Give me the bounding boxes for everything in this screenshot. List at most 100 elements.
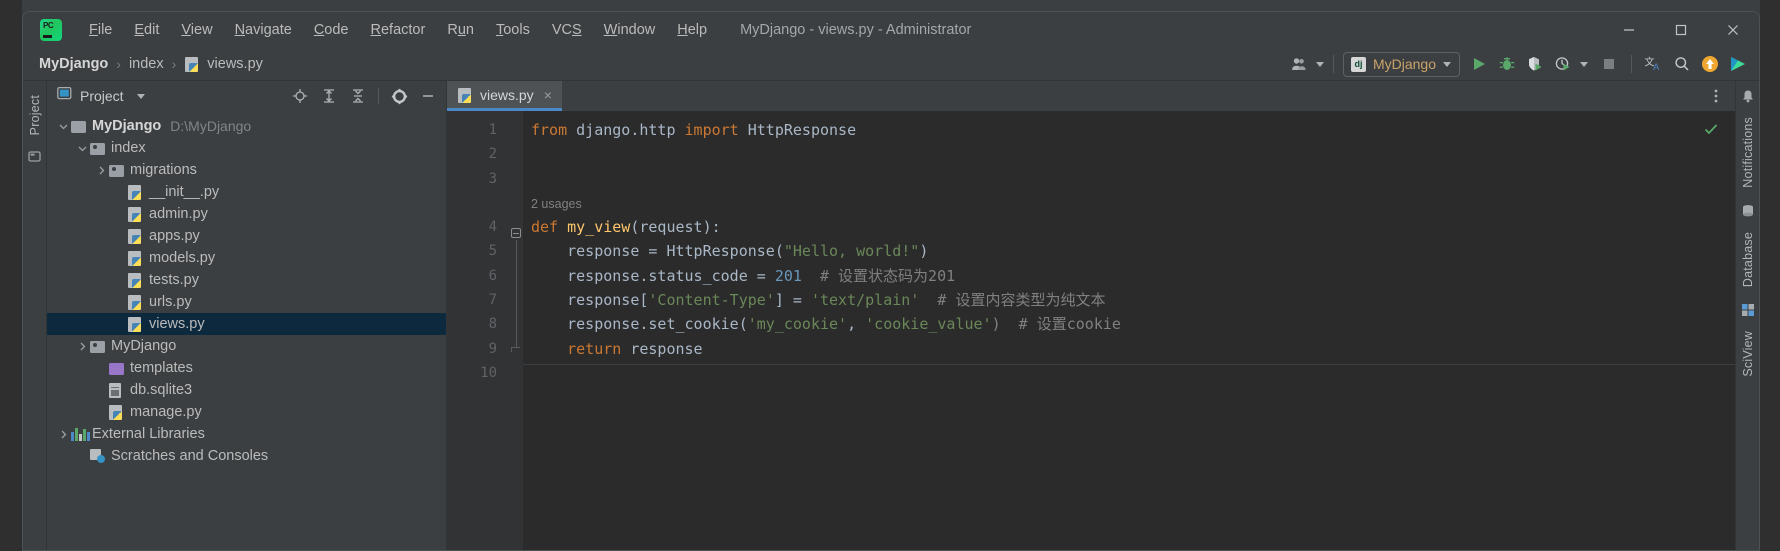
- python-file-icon: [128, 250, 144, 266]
- notifications-icon[interactable]: [1741, 89, 1755, 108]
- code-line[interactable]: [523, 167, 1735, 191]
- tree-item-apps-py[interactable]: apps.py: [47, 225, 446, 247]
- translate-button[interactable]: 文 A: [1641, 51, 1667, 77]
- collapse-all-button[interactable]: [345, 83, 371, 109]
- run-with-coverage-button[interactable]: [1522, 51, 1548, 77]
- run-configuration-label: MyDjango: [1372, 56, 1436, 72]
- tree-item-admin-py[interactable]: admin.py: [47, 203, 446, 225]
- structure-icon[interactable]: [27, 150, 42, 169]
- select-opened-file-button[interactable]: [287, 83, 313, 109]
- profile-button[interactable]: [1550, 51, 1576, 77]
- run-configuration-selector[interactable]: dj MyDjango: [1342, 51, 1460, 77]
- code-line[interactable]: response.set_cookie('my_cookie', 'cookie…: [523, 312, 1735, 336]
- database-icon[interactable]: [1741, 204, 1755, 223]
- code-line[interactable]: response['Content-Type'] = 'text/plain' …: [523, 288, 1735, 312]
- project-panel-header: Project: [47, 81, 446, 111]
- debug-bug-icon: [1499, 57, 1515, 70]
- tree-item-models-py[interactable]: models.py: [47, 247, 446, 269]
- menu-item-window[interactable]: Window: [593, 18, 667, 42]
- gutter-inlay-spacer: .: [447, 191, 509, 215]
- usages-inlay-hint[interactable]: 2 usages: [523, 191, 1735, 215]
- minimize-button[interactable]: [1603, 12, 1655, 47]
- tree-item-manage-py[interactable]: manage.py: [47, 401, 446, 423]
- sidebar-item-sciview[interactable]: SciView: [1738, 325, 1758, 383]
- main-toolbar: dj MyDjango 文 A: [1288, 47, 1751, 81]
- tree-item-migrations[interactable]: migrations: [47, 159, 446, 181]
- project-settings-button[interactable]: [386, 83, 412, 109]
- code-line[interactable]: [523, 142, 1735, 166]
- code-content[interactable]: from django.http import HttpResponse 2 u…: [523, 111, 1735, 550]
- chevron-right-icon[interactable]: [75, 341, 90, 352]
- chevron-down-icon[interactable]: [56, 121, 71, 132]
- tree-item-db-sqlite3[interactable]: db.sqlite3: [47, 379, 446, 401]
- sidebar-item-database[interactable]: Database: [1738, 226, 1758, 293]
- chevron-right-icon[interactable]: [56, 429, 71, 440]
- code-line[interactable]: response = HttpResponse("Hello, world!"): [523, 239, 1735, 263]
- hide-panel-button[interactable]: [415, 83, 441, 109]
- fold-region-toggle[interactable]: [511, 228, 521, 238]
- project-tree[interactable]: MyDjango D:\MyDjango index migrations __init…: [47, 111, 446, 550]
- menu-item-view[interactable]: View: [170, 18, 223, 42]
- menu-item-file[interactable]: File: [78, 18, 123, 42]
- toolbar-divider: [1332, 55, 1334, 73]
- menu-item-help[interactable]: Help: [666, 18, 718, 42]
- code-line[interactable]: return response: [523, 337, 1735, 361]
- menu-item-edit[interactable]: Edit: [123, 18, 170, 42]
- chevron-right-icon[interactable]: [94, 165, 109, 176]
- tree-item-external-libraries[interactable]: External Libraries: [47, 423, 446, 445]
- breadcrumb-separator: ›: [116, 55, 121, 72]
- minimize-icon: [1624, 28, 1634, 31]
- collaborate-button[interactable]: [1288, 51, 1314, 77]
- tree-item-scratches-and-consoles[interactable]: Scratches and Consoles: [47, 445, 446, 467]
- inspection-status-indicator[interactable]: [1703, 121, 1719, 141]
- collaborate-dropdown-icon[interactable]: [1315, 61, 1324, 67]
- menu-item-navigate[interactable]: Navigate: [224, 18, 303, 42]
- plugin-button[interactable]: [1725, 51, 1751, 77]
- breadcrumb-item-project[interactable]: MyDjango: [36, 54, 111, 74]
- menu-item-refactor[interactable]: Refactor: [360, 18, 437, 42]
- sciview-icon[interactable]: [1741, 303, 1755, 322]
- tree-item-urls-py[interactable]: urls.py: [47, 291, 446, 313]
- breadcrumb-item-file[interactable]: views.py: [204, 54, 266, 74]
- workspace: Project Project MyDjango D:\MyDjango ind…: [23, 81, 1759, 550]
- stop-button[interactable]: [1596, 51, 1622, 77]
- expand-all-button[interactable]: [316, 83, 342, 109]
- code-editor[interactable]: 1 2 3. 4 5 6 7 8 9 10 from django.http import Htt…: [447, 111, 1735, 550]
- tree-item--init-py[interactable]: __init__.py: [47, 181, 446, 203]
- search-everywhere-button[interactable]: [1669, 51, 1695, 77]
- editor-options-button[interactable]: [1703, 83, 1729, 109]
- editor-tab-views[interactable]: views.py ×: [447, 81, 562, 111]
- tree-item-index[interactable]: index: [47, 137, 446, 159]
- python-file-icon: [128, 316, 144, 332]
- tree-item-templates[interactable]: templates: [47, 357, 446, 379]
- python-file-icon: [458, 87, 474, 103]
- chevron-down-icon[interactable]: [75, 143, 90, 154]
- menu-item-run[interactable]: Run: [436, 18, 485, 42]
- code-line[interactable]: from django.http import HttpResponse: [523, 118, 1735, 142]
- tree-item-mydjango[interactable]: MyDjango D:\MyDjango: [47, 115, 446, 137]
- tree-item-mydjango[interactable]: MyDjango: [47, 335, 446, 357]
- menu-item-code[interactable]: Code: [303, 18, 360, 42]
- run-button[interactable]: [1466, 51, 1492, 77]
- tree-item-tests-py[interactable]: tests.py: [47, 269, 446, 291]
- code-line[interactable]: response.status_code = 201 # 设置状态码为201: [523, 264, 1735, 288]
- sidebar-item-project[interactable]: Project: [25, 89, 45, 141]
- menu-item-tools[interactable]: Tools: [485, 18, 541, 42]
- search-icon: [1675, 57, 1689, 71]
- breadcrumb-item-index[interactable]: index: [126, 54, 167, 74]
- profile-dropdown-icon[interactable]: [1580, 61, 1588, 67]
- translate-icon: 文 A: [1645, 56, 1661, 74]
- code-line[interactable]: def my_view(request):: [523, 215, 1735, 239]
- code-folding-column[interactable]: [509, 111, 523, 550]
- menu-item-vcs[interactable]: VCS: [541, 18, 593, 42]
- debug-button[interactable]: [1494, 51, 1520, 77]
- update-button[interactable]: [1697, 51, 1723, 77]
- tree-item-views-py[interactable]: views.py: [47, 313, 446, 335]
- project-scope-dropdown-icon[interactable]: [136, 93, 145, 99]
- close-button[interactable]: [1707, 12, 1759, 47]
- close-tab-icon[interactable]: ×: [544, 87, 552, 103]
- sidebar-item-notifications[interactable]: Notifications: [1738, 111, 1758, 194]
- tree-item-label: urls.py: [149, 294, 192, 310]
- more-options-icon: [1714, 89, 1718, 103]
- maximize-button[interactable]: [1655, 12, 1707, 47]
